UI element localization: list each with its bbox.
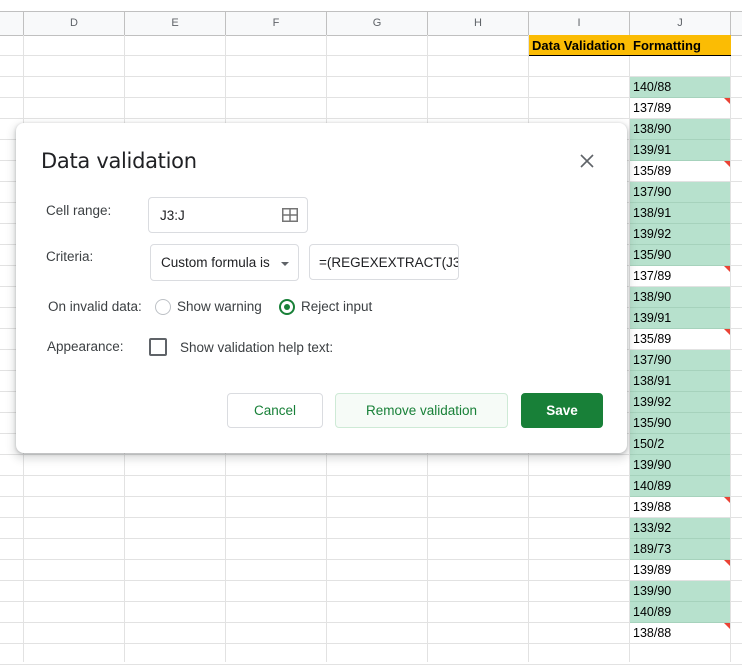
cell-j[interactable]: 139/92 xyxy=(630,392,730,413)
cell-value: 133/92 xyxy=(633,521,672,535)
cell-value: 138/88 xyxy=(633,626,672,640)
cell-j[interactable]: 138/91 xyxy=(630,371,730,392)
reject-input-radio[interactable] xyxy=(279,299,295,315)
cell-j-invalid[interactable]: 139/89 xyxy=(630,560,730,581)
data-validation-dialog: Data validation Cell range: J3:J Criteri… xyxy=(16,123,627,453)
show-help-text-checkbox[interactable] xyxy=(149,338,167,356)
cell-value: 140/89 xyxy=(633,605,672,619)
cell-value: 140/89 xyxy=(633,479,672,493)
cell-j[interactable]: 139/91 xyxy=(630,140,730,161)
cell-j[interactable]: 140/89 xyxy=(630,476,730,497)
cell-value: 137/90 xyxy=(633,185,672,199)
cell-j[interactable]: 139/92 xyxy=(630,224,730,245)
cell-j[interactable]: 139/90 xyxy=(630,455,730,476)
appearance-label: Appearance: xyxy=(47,339,124,354)
column-header-j[interactable]: J xyxy=(629,12,730,35)
select-range-grid-icon[interactable] xyxy=(282,208,298,222)
formula-value: =(REGEXEXTRACT(J3 xyxy=(319,255,459,270)
invalid-data-flag-icon[interactable] xyxy=(724,98,730,104)
cell-value: 139/92 xyxy=(633,227,672,241)
cell-value: 139/89 xyxy=(633,563,672,577)
close-button[interactable] xyxy=(577,151,597,171)
cell-j[interactable]: 137/90 xyxy=(630,350,730,371)
invalid-data-flag-icon[interactable] xyxy=(724,497,730,503)
cell-value: 137/89 xyxy=(633,269,672,283)
column-header-i[interactable]: I xyxy=(528,12,629,35)
column-header-d[interactable]: D xyxy=(23,12,124,35)
criteria-dropdown[interactable]: Custom formula is xyxy=(150,244,299,281)
cell-value: 138/91 xyxy=(633,374,672,388)
cell-value: 189/73 xyxy=(633,542,672,556)
cell-j-invalid[interactable]: 135/89 xyxy=(630,329,730,350)
criteria-label: Criteria: xyxy=(46,249,94,264)
cell-value: 138/90 xyxy=(633,290,672,304)
cell-j-invalid[interactable]: 137/89 xyxy=(630,266,730,287)
grid-column-line xyxy=(730,35,731,662)
invalid-data-flag-icon[interactable] xyxy=(724,266,730,272)
cell-value: 135/89 xyxy=(633,332,672,346)
column-header-next[interactable] xyxy=(730,12,742,35)
cell-value: 139/92 xyxy=(633,395,672,409)
save-button[interactable]: Save xyxy=(521,393,603,428)
cell-value: 135/89 xyxy=(633,164,672,178)
cell-value: 137/90 xyxy=(633,353,672,367)
show-help-text-label[interactable]: Show validation help text: xyxy=(180,340,333,355)
cell-value: 139/90 xyxy=(633,458,672,472)
criteria-selected: Custom formula is xyxy=(161,255,270,270)
cell-j[interactable]: 189/73 xyxy=(630,539,730,560)
column-header-f[interactable]: F xyxy=(225,12,326,35)
show-warning-label[interactable]: Show warning xyxy=(177,299,262,314)
column-header-h[interactable]: H xyxy=(427,12,528,35)
cell-j[interactable]: 137/90 xyxy=(630,182,730,203)
cell-j-invalid[interactable]: 139/88 xyxy=(630,497,730,518)
on-invalid-label: On invalid data: xyxy=(48,299,142,314)
cell-j[interactable]: 138/91 xyxy=(630,203,730,224)
cancel-button[interactable]: Cancel xyxy=(227,393,323,428)
cell-value: 139/90 xyxy=(633,584,672,598)
header-cell-j[interactable]: Formatting xyxy=(630,35,731,56)
cell-value: 139/91 xyxy=(633,143,672,157)
cell-j[interactable]: 135/90 xyxy=(630,245,730,266)
column-header-g[interactable]: G xyxy=(326,12,427,35)
cell-value: 138/90 xyxy=(633,122,672,136)
grid-row xyxy=(0,56,742,77)
cell-j[interactable]: 140/89 xyxy=(630,602,730,623)
toolbar-edge xyxy=(0,0,742,12)
cell-value: 139/91 xyxy=(633,311,672,325)
cell-j-invalid[interactable]: 137/89 xyxy=(630,98,730,119)
show-warning-radio[interactable] xyxy=(155,299,171,315)
cell-j[interactable]: 135/90 xyxy=(630,413,730,434)
cell-j[interactable]: 133/92 xyxy=(630,518,730,539)
remove-validation-button[interactable]: Remove validation xyxy=(335,393,508,428)
invalid-data-flag-icon[interactable] xyxy=(724,560,730,566)
cell-value: 137/89 xyxy=(633,101,672,115)
cell-value: 150/2 xyxy=(633,437,665,451)
cell-value: 139/88 xyxy=(633,500,672,514)
invalid-data-flag-icon[interactable] xyxy=(724,161,730,167)
cell-j[interactable]: 150/2 xyxy=(630,434,730,455)
cell-j[interactable]: 138/90 xyxy=(630,119,730,140)
cell-j-invalid[interactable]: 135/89 xyxy=(630,161,730,182)
cell-j[interactable]: 139/90 xyxy=(630,581,730,602)
cell-j-invalid[interactable]: 138/88 xyxy=(630,623,730,644)
header-cell-i[interactable]: Data Validation xyxy=(529,35,630,56)
custom-formula-input[interactable]: =(REGEXEXTRACT(J3 xyxy=(309,244,459,280)
cell-range-input[interactable]: J3:J xyxy=(148,197,308,233)
cell-value: 135/90 xyxy=(633,416,672,430)
cell-value: 138/91 xyxy=(633,206,672,220)
cell-j[interactable]: 138/90 xyxy=(630,287,730,308)
cell-range-label: Cell range: xyxy=(46,203,112,218)
cell-j[interactable]: 140/88 xyxy=(630,77,730,98)
chevron-down-icon xyxy=(281,262,289,266)
invalid-data-flag-icon[interactable] xyxy=(724,623,730,629)
cell-range-value: J3:J xyxy=(160,208,185,223)
cell-j[interactable]: 139/91 xyxy=(630,308,730,329)
cell-value: 135/90 xyxy=(633,248,672,262)
invalid-data-flag-icon[interactable] xyxy=(724,329,730,335)
reject-input-label[interactable]: Reject input xyxy=(301,299,372,314)
dialog-title: Data validation xyxy=(41,149,197,173)
cell-value: 140/88 xyxy=(633,80,672,94)
column-header-e[interactable]: E xyxy=(124,12,225,35)
close-icon xyxy=(580,154,594,168)
